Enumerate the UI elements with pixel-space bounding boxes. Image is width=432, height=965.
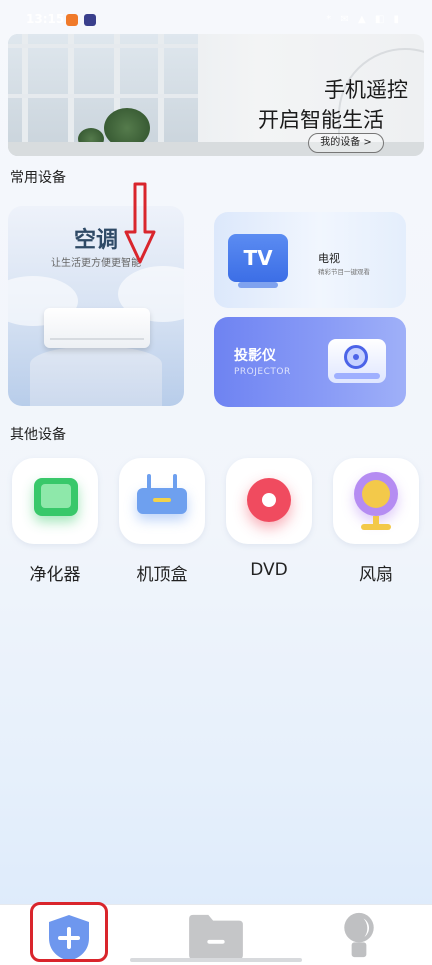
device-label-dvd: DVD (250, 560, 288, 580)
profile-icon (344, 912, 374, 958)
other-devices-heading: 其他设备 (10, 427, 66, 443)
dvd-disc-icon (247, 478, 291, 522)
my-devices-button[interactable]: 我的设备 > (308, 133, 384, 153)
aircon-subtitle: 让生活更方便更智能 (51, 258, 141, 269)
tv-icon: TV (228, 234, 288, 282)
device-tile-purifier[interactable] (12, 458, 98, 544)
status-bar: 13:15 * ✉ ▲ ◧ ▮ (0, 0, 432, 32)
air-purifier-icon (34, 478, 78, 516)
highlight-box-annotation (30, 902, 108, 962)
device-tile-settop-box[interactable] (119, 458, 205, 544)
tv-stand (238, 282, 278, 288)
notification-app-icon (84, 14, 96, 26)
status-time: 13:15 (26, 12, 65, 26)
tab-files[interactable] (166, 905, 266, 965)
device-tile-fan[interactable] (333, 458, 419, 544)
device-label-purifier: 净化器 (29, 565, 81, 585)
home-indicator[interactable] (130, 958, 302, 962)
common-devices-heading: 常用设备 (10, 170, 66, 186)
tv-title: 电视 (318, 252, 340, 265)
red-down-arrow-annotation (124, 182, 156, 264)
projector-title: 投影仪 (234, 348, 276, 364)
tab-profile[interactable] (310, 905, 410, 965)
air-conditioner-icon (44, 308, 150, 348)
notification-app-icon (66, 14, 78, 26)
projector-subtitle: PROJECTOR (234, 367, 291, 377)
tv-card[interactable]: TV 电视 精彩节目一键观看 (214, 212, 406, 308)
folder-minus-icon (189, 914, 243, 960)
device-label-fan: 风扇 (359, 565, 393, 585)
banner-subtitle: 开启智能生活 (258, 108, 384, 132)
aircon-title: 空调 (73, 228, 118, 253)
projector-icon (328, 339, 386, 383)
projector-card[interactable]: 投影仪 PROJECTOR (214, 317, 406, 407)
status-indicators: * ✉ ▲ ◧ ▮ (326, 14, 402, 25)
device-label-settop-box: 机顶盒 (136, 565, 188, 585)
banner-title: 手机遥控 (324, 78, 408, 102)
pedestal-decoration (30, 346, 162, 406)
device-tile-dvd[interactable] (226, 458, 312, 544)
aircon-card[interactable]: 空调 让生活更方便更智能 (8, 206, 184, 406)
tv-subtitle: 精彩节目一键观看 (318, 268, 370, 276)
tv-icon-label: TV (243, 246, 273, 270)
promo-banner[interactable]: 手机遥控 开启智能生活 我的设备 > (8, 34, 424, 156)
